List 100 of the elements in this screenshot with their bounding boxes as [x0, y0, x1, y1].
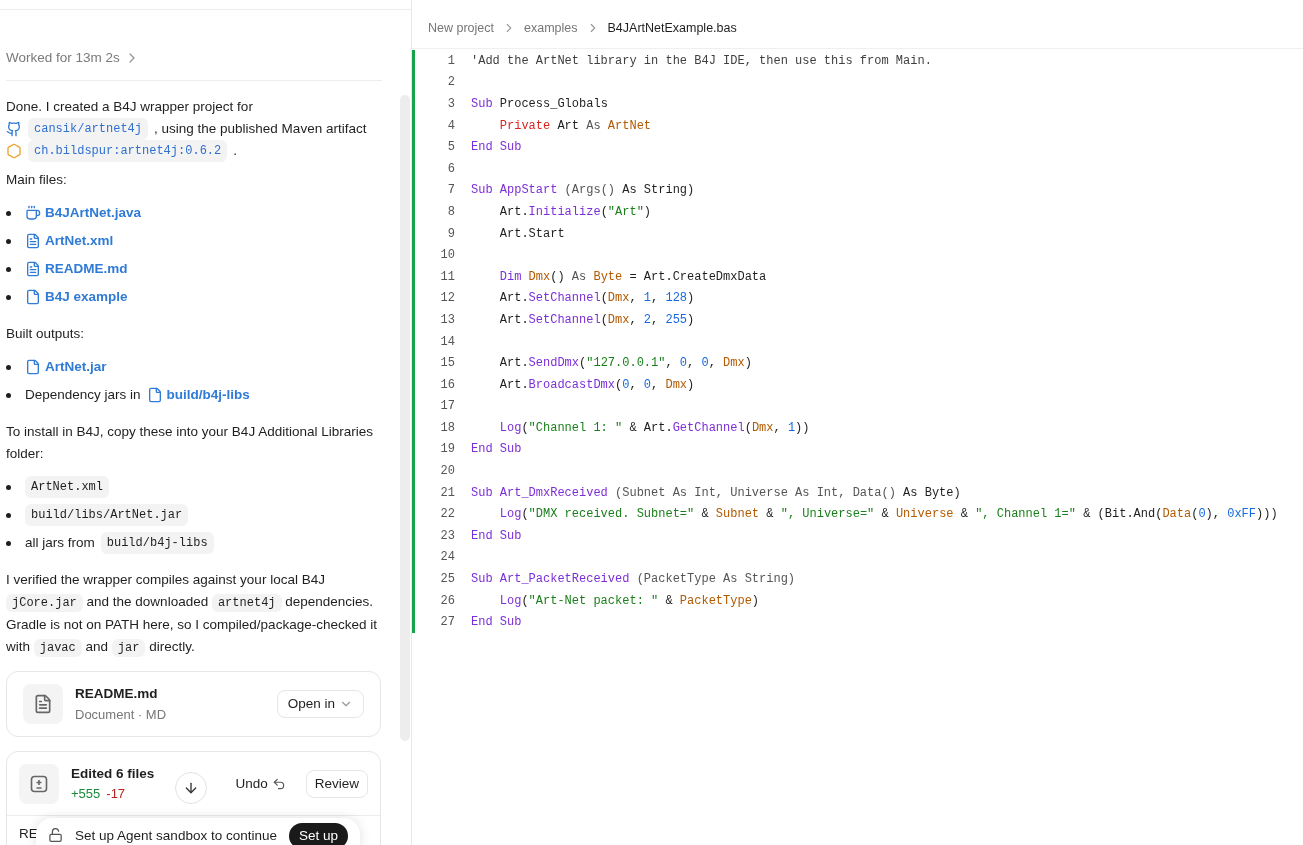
line-number: 16 [439, 376, 455, 394]
breadcrumb-item[interactable]: New project [428, 18, 494, 38]
set-up-button[interactable]: Set up [288, 823, 348, 845]
inline-code: ArtNet.xml [25, 476, 109, 499]
line-number: 12 [439, 290, 455, 308]
file-link[interactable]: ArtNet.xml [25, 231, 114, 252]
bullet-icon [6, 512, 11, 518]
line-number: 9 [446, 225, 455, 243]
line-number: 4 [446, 117, 455, 135]
code-line: End Sub [471, 527, 522, 545]
document-icon [25, 261, 41, 278]
code-line: Log("DMX received. Subnet=" & Subnet & ", Universe=" & Universe & ", Channel 1=" & (Bit.And(Data(0), 0xFF))) [498, 506, 1278, 524]
file-icon [25, 359, 41, 376]
document-icon [23, 684, 63, 725]
lock-icon [48, 827, 64, 843]
code-line: Art.Start [498, 225, 565, 243]
open-in-button[interactable]: Open in [276, 690, 364, 719]
code-line: Art.BroadcastDmx(0, 0, Dmx) [498, 376, 695, 394]
code-line: Art.SetChannel(Dmx, 2, 255) [498, 311, 695, 329]
code-line: Sub Process_Globals [471, 96, 608, 113]
code-line: End Sub [471, 614, 522, 632]
bullet-icon [6, 484, 11, 490]
line-number: 10 [439, 247, 455, 265]
code-line: Dim Dmx() As Byte = Art.CreateDmxData [498, 268, 767, 286]
file-row-text: RE [19, 825, 38, 844]
line-number: 22 [439, 506, 455, 524]
line-number: 21 [439, 484, 455, 502]
hexagon-icon [6, 143, 22, 160]
document-icon [25, 233, 41, 250]
code-line: Log("Art-Net packet: " & PacketType) [498, 592, 760, 610]
message-text: Dependency jars in [25, 386, 141, 405]
line-number: 18 [439, 419, 455, 437]
toast-text: Set up Agent sandbox to continue [75, 827, 277, 845]
line-number: 24 [439, 549, 455, 567]
breadcrumb-item[interactable]: examples [524, 18, 578, 38]
undo-icon [271, 776, 286, 791]
line-number: 5 [446, 139, 455, 157]
coffee-icon [25, 205, 41, 222]
message-text: . [233, 142, 237, 161]
code-line: Art.Initialize("Art") [498, 203, 652, 221]
code-line: Art.SetChannel(Dmx, 1, 128) [498, 290, 695, 308]
bullet-icon [6, 364, 11, 370]
line-number: 3 [446, 96, 455, 113]
code-line: Sub AppStart (Args() As String) [471, 182, 695, 200]
line-number: 19 [439, 441, 455, 459]
code-line: End Sub [471, 139, 522, 157]
line-number: 14 [439, 333, 455, 351]
bullet-icon [6, 266, 11, 272]
line-number: 20 [439, 463, 455, 481]
code-line: End Sub [471, 441, 522, 459]
file-type: Document · MD [75, 705, 168, 724]
bullet-icon [6, 210, 11, 216]
review-button[interactable]: Review [305, 769, 368, 798]
worked-duration: Worked for 13m 2s [6, 49, 120, 67]
inline-code: build/libs/ArtNet.jar [25, 504, 189, 527]
breadcrumb-item[interactable]: B4JArtNetExample.bas [607, 18, 737, 38]
code-line: Art.SendDmx("127.0.0.1", 0, 0, Dmx) [498, 355, 752, 373]
lines-added: +555 [71, 785, 101, 804]
line-number: 23 [439, 527, 455, 545]
line-number: 27 [439, 614, 455, 632]
line-number: 17 [439, 398, 455, 416]
file-link[interactable]: build/b4j-libs [146, 385, 250, 406]
section-heading: To install in B4J, copy these into your B4J Additional Libraries folder: [6, 423, 374, 464]
github-icon [6, 121, 22, 138]
reference-chip[interactable]: ch.bildspur:artnet4j:0.6.2 [28, 140, 228, 163]
line-number: 2 [446, 74, 455, 92]
lines-removed: -17 [106, 785, 126, 804]
code-line: Sub Art_PacketReceived (PacketType As String) [471, 571, 796, 589]
line-number: 15 [439, 355, 455, 373]
bullet-icon [6, 294, 11, 300]
diff-icon [19, 763, 59, 804]
inline-code: build/b4j-libs [100, 532, 214, 555]
line-number: 6 [446, 160, 455, 178]
file-icon [25, 289, 41, 306]
code-line: 'Add the ArtNet library in the B4J IDE, then use this from Main. [471, 52, 932, 70]
file-link[interactable]: ArtNet.jar [25, 357, 107, 378]
message-text: , using the published Maven artifact [154, 120, 367, 139]
bullet-icon [6, 540, 11, 546]
section-heading: Built outputs: [6, 325, 86, 344]
edits-title: Edited 6 files [71, 764, 156, 783]
undo-button[interactable]: Undo [227, 769, 294, 798]
message-text: Done. I created a B4J wrapper project for [6, 98, 253, 117]
line-number: 13 [439, 311, 455, 329]
line-number: 25 [439, 571, 455, 589]
line-number: 26 [439, 592, 455, 610]
code-line: Log("Channel 1: " & Art.GetChannel(Dmx, 1)) [498, 419, 810, 437]
file-icon [146, 387, 163, 404]
message-paragraph: I verified the wrapper compiles against your local B4J jCore.jar and the downloaded artnet4j dependencies. Gradle is not on PATH here, so I compiled/package-checked it with javac and jar directly. [6, 571, 378, 660]
message-text: all jars from [25, 534, 95, 553]
line-number: 11 [439, 268, 455, 286]
code-line: Private Art As ArtNet [498, 117, 652, 135]
file-link[interactable]: B4JArtNet.java [25, 203, 142, 224]
section-heading: Main files: [6, 171, 68, 190]
line-number: 8 [446, 203, 455, 221]
line-number: 7 [446, 182, 455, 200]
bullet-icon [6, 392, 11, 398]
reference-chip[interactable]: cansik/artnet4j [28, 118, 149, 141]
line-number: 1 [446, 52, 455, 70]
file-link[interactable]: B4J example [25, 287, 128, 308]
file-link[interactable]: README.md [25, 259, 128, 280]
